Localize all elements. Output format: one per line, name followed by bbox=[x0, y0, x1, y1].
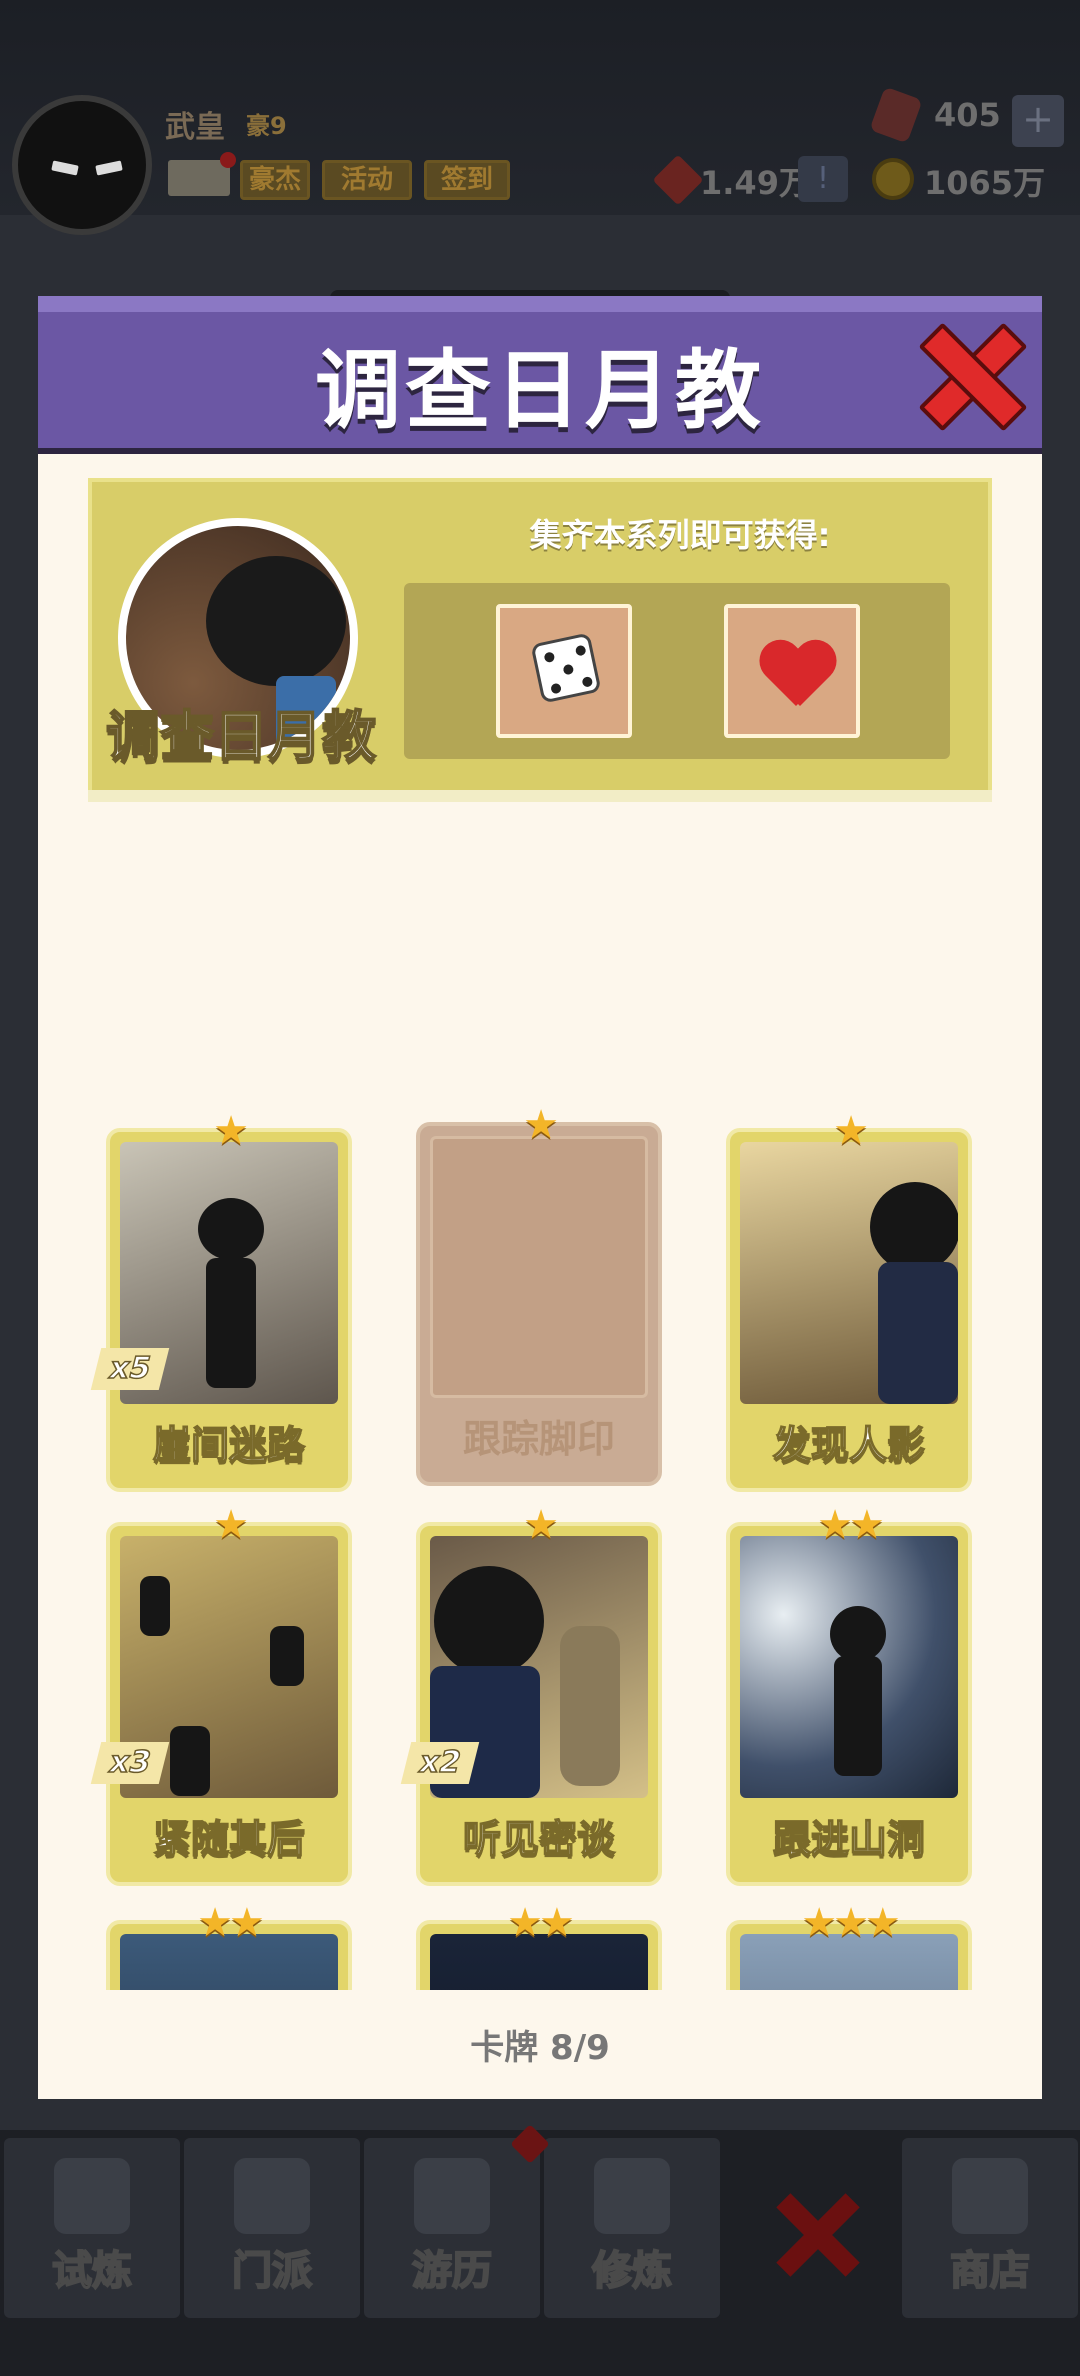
avatar-eye bbox=[51, 160, 79, 176]
player-level: 豪9 bbox=[246, 112, 287, 140]
banner-base bbox=[88, 790, 992, 802]
character-body bbox=[878, 1262, 958, 1404]
card-title: 跟进山洞 bbox=[772, 1816, 926, 1862]
character-body bbox=[206, 1258, 256, 1388]
mail-icon[interactable] bbox=[168, 152, 236, 196]
card-stars: ★★ bbox=[507, 1900, 575, 1946]
card-2-locked[interactable]: 跟踪脚印 ★ bbox=[416, 1102, 662, 1486]
coin-icon bbox=[872, 158, 914, 200]
card-art bbox=[740, 1536, 958, 1798]
nav-tab-sect[interactable]: 门派 bbox=[184, 2138, 360, 2318]
card-count: x5 bbox=[90, 1348, 170, 1390]
heart-icon bbox=[758, 642, 834, 706]
reward-slot-dice[interactable] bbox=[496, 604, 632, 738]
card-title: 紧随其后 bbox=[152, 1816, 306, 1862]
bottom-nav: 试炼 门派 游历 修炼 商店 bbox=[0, 2130, 1080, 2376]
reward-box bbox=[404, 583, 950, 759]
token-count: 1.49万 bbox=[700, 164, 811, 202]
nav-tab-shop[interactable]: 商店 bbox=[902, 2138, 1078, 2318]
card-3[interactable]: 发现人影 ★ bbox=[726, 1108, 972, 1492]
reward-slot-heart[interactable] bbox=[724, 604, 860, 738]
info-button[interactable]: ! bbox=[798, 156, 848, 202]
card-8[interactable]: ★★ bbox=[416, 1900, 662, 1990]
card-stars: ★ bbox=[833, 1108, 869, 1154]
character-figure bbox=[870, 1182, 958, 1272]
checkin-button[interactable]: 签到 bbox=[424, 160, 510, 200]
card-art bbox=[740, 1142, 958, 1404]
gem-count: 405 bbox=[934, 96, 1001, 134]
card-title: 发现人影 bbox=[772, 1422, 926, 1468]
card-art-empty bbox=[430, 1136, 648, 1398]
book-icon bbox=[594, 2158, 670, 2234]
card-stars: ★ bbox=[213, 1502, 249, 1548]
card-grid: x5 崖间迷路 ★ 跟踪脚印 ★ 发现人影 ★ x3 紧随其后 ★ x2 听见密… bbox=[38, 1100, 1042, 1990]
nav-close-icon[interactable] bbox=[770, 2190, 860, 2280]
card-9[interactable]: ★★★ bbox=[726, 1900, 972, 1990]
nav-tab-cultivate[interactable]: 修炼 bbox=[544, 2138, 720, 2318]
character-head bbox=[206, 556, 346, 686]
card-6[interactable]: 跟进山洞 ★★ bbox=[726, 1502, 972, 1886]
card-stars: ★ bbox=[523, 1502, 559, 1548]
card-stars: ★★ bbox=[197, 1900, 265, 1946]
card-1[interactable]: x5 崖间迷路 ★ bbox=[90, 1108, 352, 1492]
heroes-button[interactable]: 豪杰 bbox=[240, 160, 310, 200]
card-stars: ★ bbox=[213, 1108, 249, 1154]
nav-tab-travel[interactable]: 游历 bbox=[364, 2138, 540, 2318]
card-title: 跟踪脚印 bbox=[462, 1417, 615, 1461]
card-stars: ★ bbox=[523, 1102, 559, 1148]
nav-label: 门派 bbox=[231, 2247, 313, 2295]
card-stars: ★★★ bbox=[801, 1900, 901, 1946]
add-gems-button[interactable]: + bbox=[1012, 95, 1064, 147]
card-4[interactable]: x3 紧随其后 ★ bbox=[90, 1502, 352, 1886]
card-stars: ★★ bbox=[817, 1502, 885, 1548]
character-figure bbox=[170, 1726, 210, 1796]
player-avatar[interactable] bbox=[12, 95, 152, 235]
nav-label: 游历 bbox=[411, 2247, 493, 2295]
character-figure bbox=[830, 1606, 886, 1662]
card-progress: 卡牌 8/9 bbox=[470, 2028, 610, 2068]
events-button[interactable]: 活动 bbox=[322, 160, 412, 200]
temple-icon bbox=[234, 2158, 310, 2234]
player-name: 武皇 bbox=[165, 110, 225, 145]
character-figure bbox=[140, 1576, 170, 1636]
nav-tab-trial[interactable]: 试炼 bbox=[4, 2138, 180, 2318]
card-count: x3 bbox=[90, 1742, 170, 1784]
reward-label: 集齐本系列即可获得: bbox=[529, 516, 831, 554]
header-highlight bbox=[38, 296, 1042, 312]
character-figure bbox=[270, 1626, 304, 1686]
card-count: x2 bbox=[400, 1742, 480, 1784]
card-7[interactable]: ★★ bbox=[106, 1900, 352, 1990]
character-body bbox=[834, 1656, 882, 1776]
card-title: 听见密谈 bbox=[462, 1816, 616, 1862]
mountain-icon bbox=[414, 2158, 490, 2234]
nav-label: 试炼 bbox=[51, 2247, 133, 2295]
shadow-figures bbox=[560, 1626, 620, 1786]
character-figure bbox=[434, 1566, 544, 1676]
series-name: 调查日月教 bbox=[105, 704, 377, 769]
close-icon[interactable] bbox=[920, 325, 1016, 421]
avatar-eye bbox=[95, 160, 123, 176]
shop-icon bbox=[952, 2158, 1028, 2234]
card-title: 崖间迷路 bbox=[152, 1422, 306, 1468]
coin-count: 1065万 bbox=[924, 164, 1046, 202]
dialog-title: 调查日月教 bbox=[315, 341, 765, 441]
trial-icon bbox=[54, 2158, 130, 2234]
nav-label: 商店 bbox=[949, 2247, 1031, 2295]
character-figure bbox=[198, 1198, 264, 1260]
notification-dot bbox=[220, 152, 236, 168]
dice-icon bbox=[530, 632, 602, 704]
nav-label: 修炼 bbox=[591, 2247, 673, 2295]
card-5[interactable]: x2 听见密谈 ★ bbox=[400, 1502, 662, 1886]
